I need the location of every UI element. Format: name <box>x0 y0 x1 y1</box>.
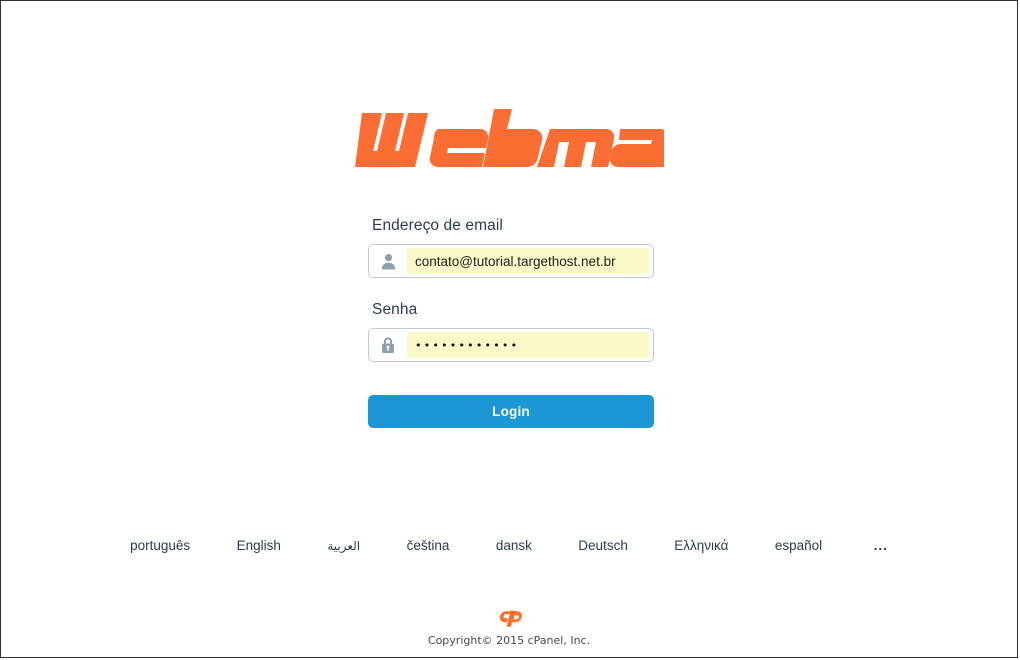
lang-link-arabic[interactable]: العربية <box>327 539 360 553</box>
webmail-logo <box>1 109 1017 189</box>
password-input-group[interactable] <box>368 328 654 362</box>
login-button[interactable]: Login <box>368 395 654 428</box>
copyright-text: Copyright© 2015 cPanel, Inc. <box>427 634 591 647</box>
field-spacer <box>368 278 654 301</box>
page-footer: Copyright© 2015 cPanel, Inc. <box>1 606 1017 647</box>
email-label: Endereço de email <box>372 217 503 234</box>
lang-link-english[interactable]: English <box>237 538 281 553</box>
email-input-group[interactable] <box>368 244 654 278</box>
password-label: Senha <box>372 301 418 318</box>
lang-link-deutsch[interactable]: Deutsch <box>578 538 628 553</box>
lang-link-espanol[interactable]: español <box>775 538 822 553</box>
email-input[interactable] <box>407 248 649 274</box>
login-form: Endereço de email Senha <box>368 217 654 428</box>
lang-link-greek[interactable]: Ελληνικά <box>674 538 728 553</box>
lang-link-portugues[interactable]: português <box>130 538 190 553</box>
webmail-wordmark-icon <box>355 109 664 168</box>
lang-link-dansk[interactable]: dansk <box>496 538 532 553</box>
user-icon <box>369 245 407 277</box>
cp-logo-icon <box>499 610 522 627</box>
lang-link-cestina[interactable]: čeština <box>407 538 450 553</box>
lock-icon <box>369 329 407 361</box>
lang-link-more[interactable]: ... <box>874 538 888 553</box>
language-selector: português English العربية čeština dansk … <box>1 537 1017 555</box>
user-icon-glyph <box>381 253 395 269</box>
lock-icon-glyph <box>382 337 394 353</box>
password-input[interactable] <box>407 332 649 358</box>
webmail-login-page: Endereço de email Senha <box>0 0 1018 658</box>
